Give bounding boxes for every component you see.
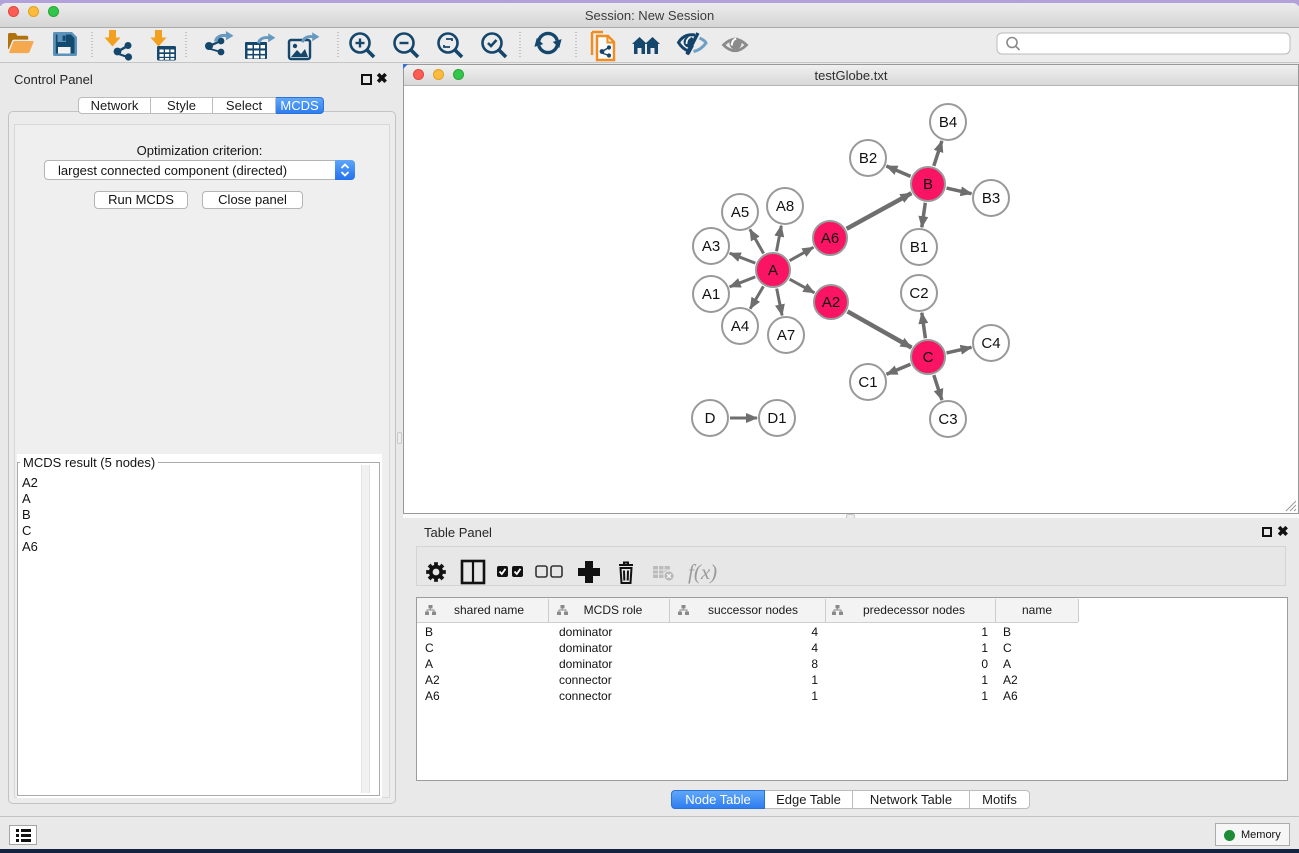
- svg-text:4: 4: [811, 625, 818, 639]
- svg-text:B1: B1: [910, 239, 928, 256]
- svg-text:A7: A7: [777, 327, 795, 344]
- svg-text:predecessor nodes: predecessor nodes: [863, 603, 965, 617]
- svg-text:successor nodes: successor nodes: [708, 603, 798, 617]
- svg-text:4: 4: [811, 641, 818, 655]
- svg-text:A8: A8: [776, 198, 794, 215]
- svg-text:A: A: [768, 262, 778, 279]
- svg-text:A6: A6: [821, 230, 839, 247]
- svg-text:1: 1: [811, 689, 818, 703]
- svg-text:dominator: dominator: [559, 657, 612, 671]
- svg-text:C2: C2: [909, 285, 928, 302]
- svg-text:B4: B4: [939, 114, 957, 131]
- svg-text:B2: B2: [859, 150, 877, 167]
- svg-text:dominator: dominator: [559, 625, 612, 639]
- svg-text:1: 1: [981, 673, 988, 687]
- svg-text:1: 1: [981, 689, 988, 703]
- svg-text:A2: A2: [425, 673, 440, 687]
- svg-text:connector: connector: [559, 689, 612, 703]
- svg-text:A2: A2: [822, 294, 840, 311]
- svg-text:C4: C4: [981, 335, 1000, 352]
- svg-text:A1: A1: [702, 286, 720, 303]
- svg-text:shared name: shared name: [454, 603, 524, 617]
- svg-text:D1: D1: [767, 410, 786, 427]
- svg-text:0: 0: [981, 657, 988, 671]
- svg-text:B: B: [425, 625, 433, 639]
- svg-text:B: B: [923, 176, 933, 193]
- svg-text:connector: connector: [559, 673, 612, 687]
- svg-text:MCDS role: MCDS role: [584, 603, 643, 617]
- svg-text:C1: C1: [858, 374, 877, 391]
- svg-text:name: name: [1022, 603, 1052, 617]
- svg-text:1: 1: [981, 641, 988, 655]
- svg-text:1: 1: [981, 625, 988, 639]
- svg-text:A3: A3: [702, 238, 720, 255]
- svg-text:B: B: [1003, 625, 1011, 639]
- svg-text:A6: A6: [425, 689, 440, 703]
- svg-text:C: C: [1003, 641, 1012, 655]
- svg-text:f(x): f(x): [688, 560, 717, 584]
- svg-text:C: C: [923, 349, 934, 366]
- svg-text:A2: A2: [1003, 673, 1018, 687]
- svg-text:dominator: dominator: [559, 641, 612, 655]
- svg-text:8: 8: [811, 657, 818, 671]
- svg-text:C: C: [425, 641, 434, 655]
- svg-text:A4: A4: [731, 318, 749, 335]
- svg-text:A6: A6: [1003, 689, 1018, 703]
- svg-text:B3: B3: [982, 190, 1000, 207]
- svg-text:A: A: [1003, 657, 1011, 671]
- svg-text:A5: A5: [731, 204, 749, 221]
- svg-text:1: 1: [811, 673, 818, 687]
- svg-text:C3: C3: [938, 411, 957, 428]
- svg-text:A: A: [425, 657, 433, 671]
- svg-text:D: D: [705, 410, 716, 427]
